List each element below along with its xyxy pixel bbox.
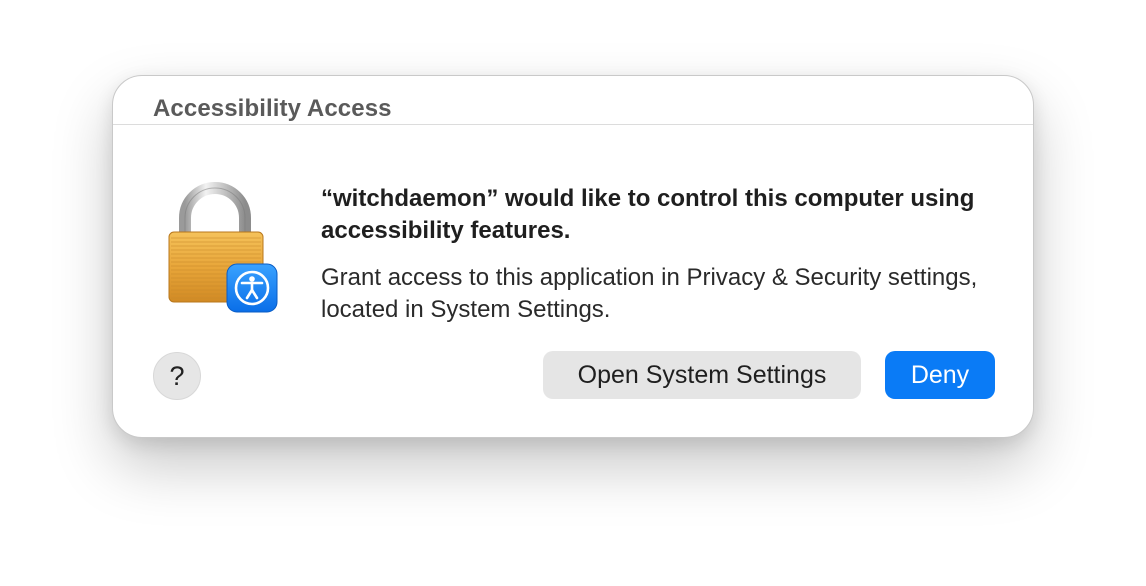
dialog-message: Grant access to this application in Priv…	[321, 264, 978, 323]
help-button[interactable]: ?	[153, 352, 201, 400]
dialog-titlebar: Accessibility Access	[113, 76, 1033, 125]
open-system-settings-button[interactable]: Open System Settings	[543, 351, 861, 399]
accessibility-icon	[226, 263, 278, 313]
deny-button[interactable]: Deny	[885, 351, 995, 399]
accessibility-access-dialog: Accessibility Access “witchdaemon” would…	[112, 75, 1034, 438]
dialog-headline: “witchdaemon” would like to control this…	[321, 185, 975, 244]
dialog-title: Accessibility Access	[153, 95, 392, 122]
lock-icon	[165, 182, 281, 314]
